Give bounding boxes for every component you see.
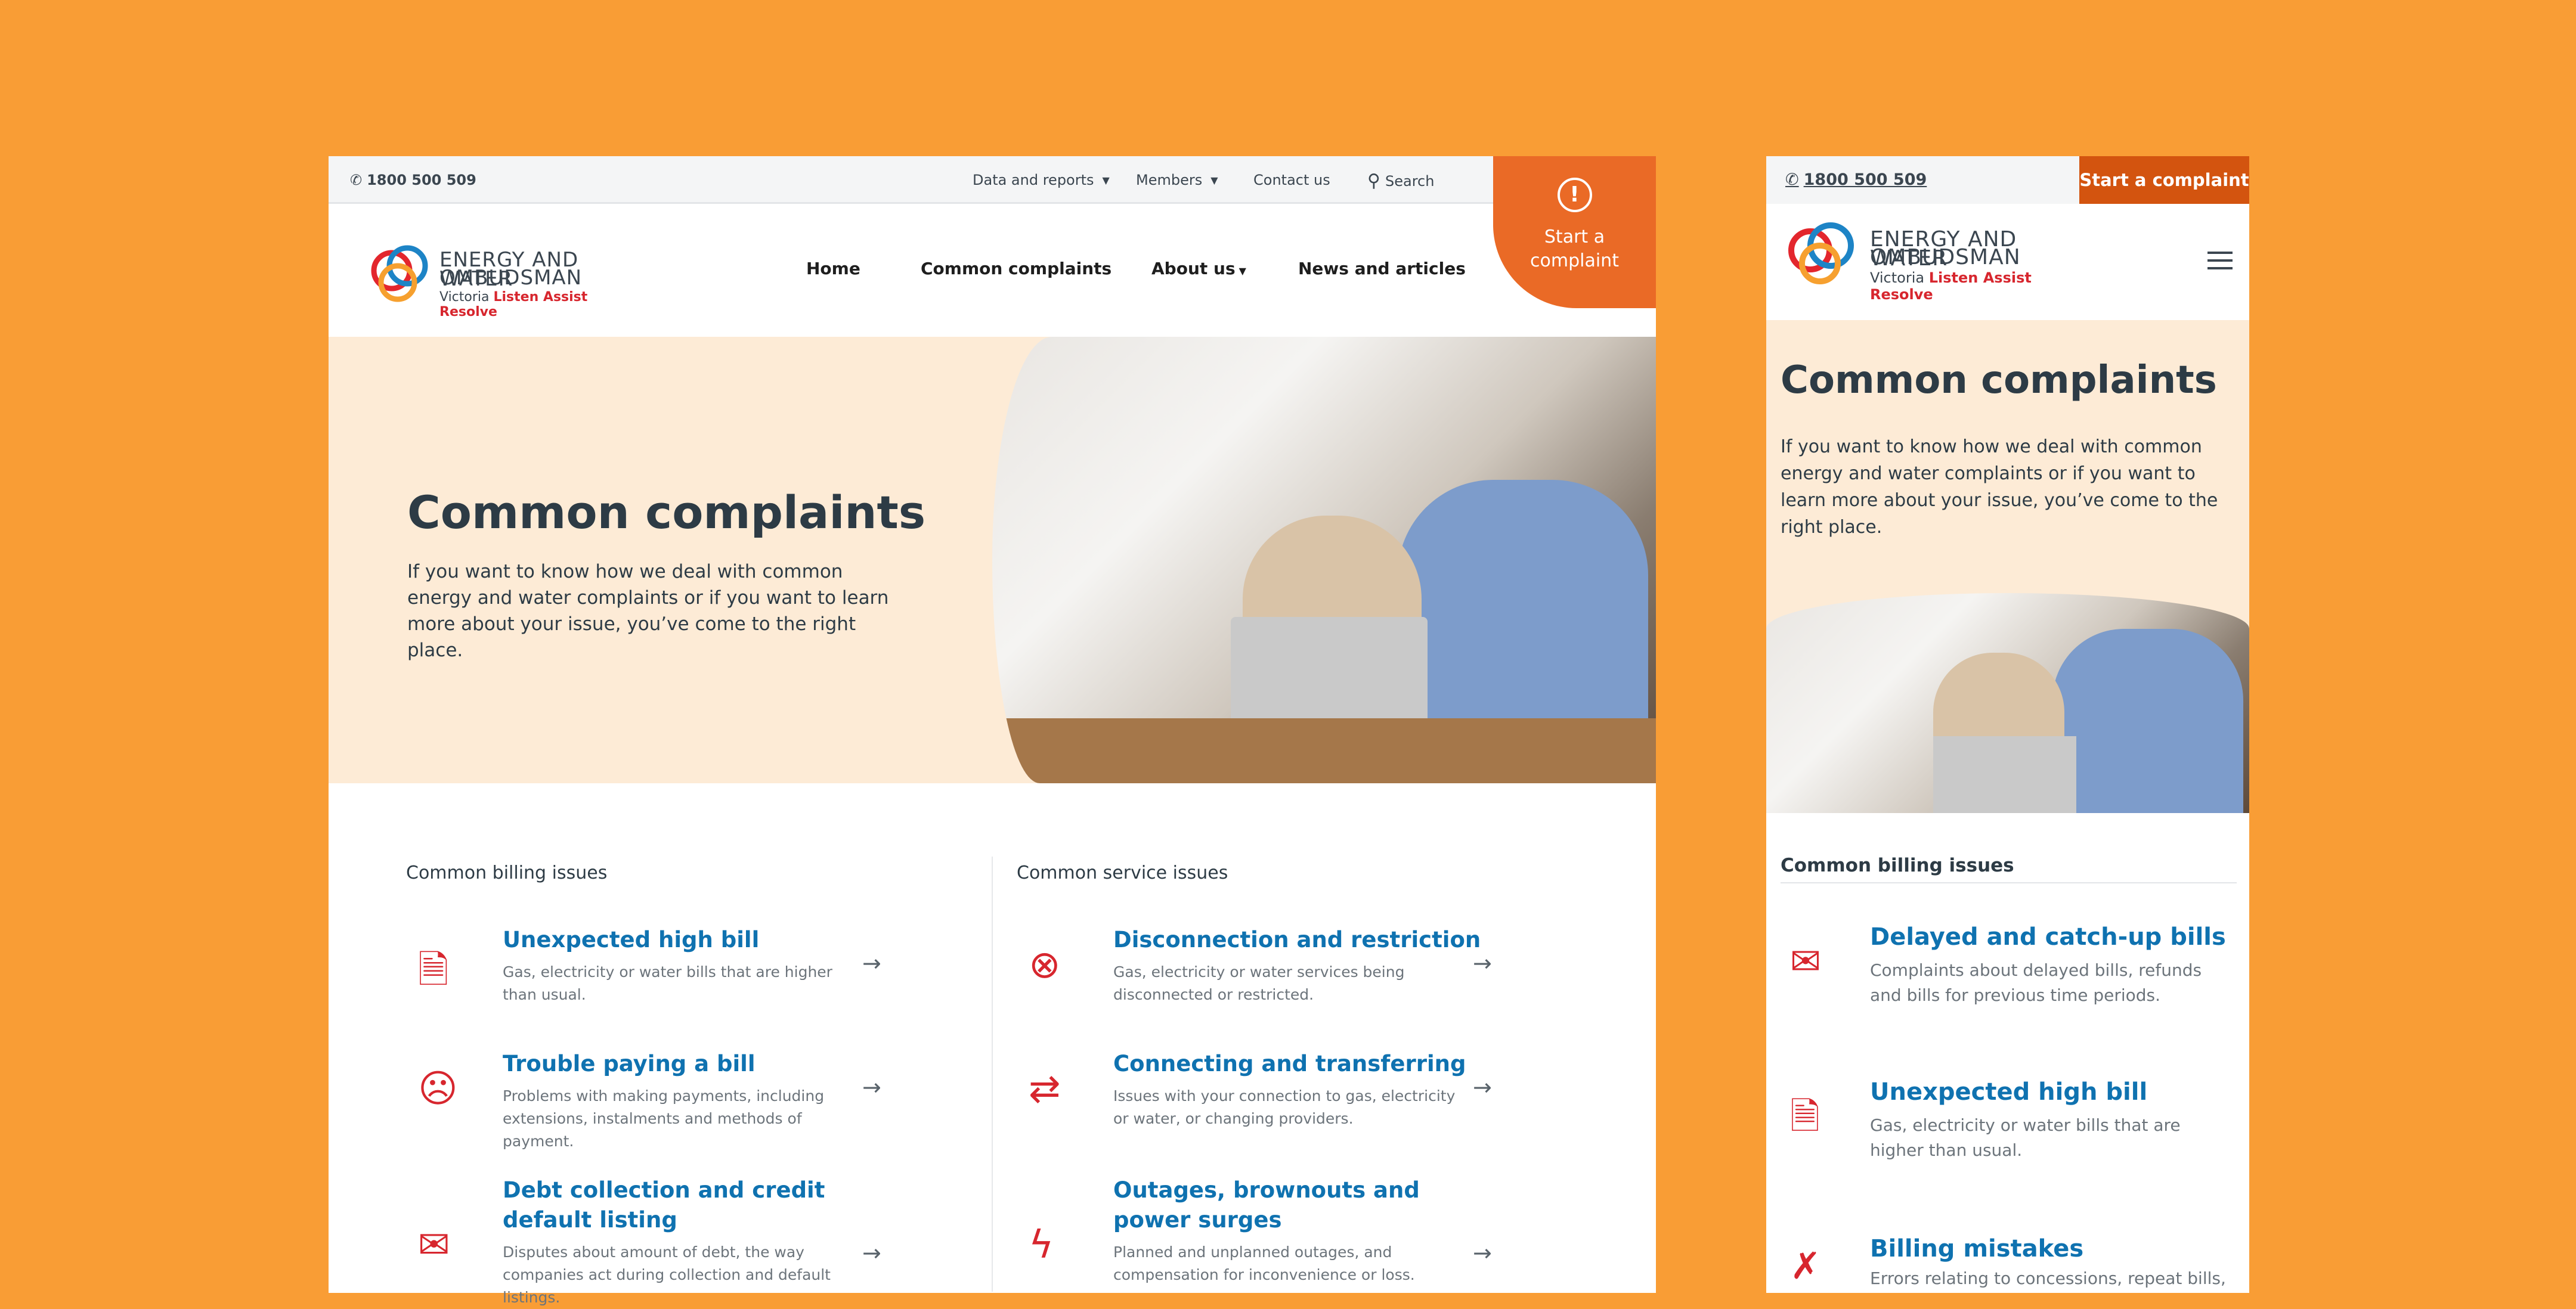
- start-complaint-button[interactable]: Start a complaint: [2079, 156, 2249, 204]
- lightbulb-bolt-icon: ϟ: [1029, 1223, 1054, 1267]
- bill-documents-icon: 🗎: [1790, 1094, 1820, 1138]
- alert-speech-bubble-icon: !: [1557, 178, 1592, 212]
- page-title: Common complaints: [1781, 358, 2217, 402]
- arrow-right-icon: →: [1473, 1240, 1492, 1266]
- nav-members[interactable]: Members ▼: [1136, 172, 1218, 188]
- hero: Common complaints If you want to know ho…: [329, 337, 1656, 783]
- stressed-face-icon: ☹: [418, 1067, 458, 1111]
- complaint-link-billing[interactable]: ✉ Delayed and catch-up bills Complaints …: [1781, 922, 2240, 1035]
- complaint-link-billing[interactable]: ☹ Trouble paying a bill Problems with ma…: [406, 1049, 943, 1162]
- dollar-envelope-icon: ✉: [1790, 939, 1821, 983]
- desktop-page: ✆ 1800 500 509 Data and reports ▼ Members ▼…: [329, 156, 1656, 1306]
- mobile-page: ✆ 1800 500 509 Start a complaint ENERGY A…: [1766, 156, 2249, 1293]
- hero-text: If you want to know how we deal with com…: [407, 561, 889, 661]
- phone-icon: ✆: [350, 172, 363, 188]
- complaint-link-service[interactable]: ⊗ Disconnection and restriction Gas, ele…: [1017, 925, 1553, 1038]
- arrow-right-icon: →: [862, 950, 881, 976]
- service-heading: Common service issues: [1017, 863, 1228, 883]
- complaint-link-billing[interactable]: 🗎 Unexpected high bill Gas, electricity …: [406, 925, 943, 1038]
- phone-link[interactable]: ✆ 1800 500 509: [1785, 170, 1927, 189]
- logo[interactable]: ENERGY AND WATER OMBUDSMAN Victoria List…: [367, 240, 641, 320]
- billing-heading: Common billing issues: [406, 863, 608, 883]
- complaint-link-billing[interactable]: ✉ Debt collection and credit default lis…: [406, 1175, 943, 1306]
- hamburger-menu-icon[interactable]: [2207, 252, 2233, 269]
- hero-photo: [992, 337, 1656, 783]
- logo-rings-icon: [1788, 222, 1854, 284]
- arrow-right-icon: →: [1473, 950, 1492, 976]
- column-divider: [992, 857, 993, 1292]
- phone-link[interactable]: ✆ 1800 500 509: [350, 172, 476, 188]
- nav-news-and-articles[interactable]: News and articles: [1298, 259, 1466, 278]
- nav-common-complaints[interactable]: Common complaints: [921, 259, 1111, 278]
- nav-about-us[interactable]: About us ▼: [1151, 259, 1246, 278]
- hero: Common complaints If you want to know ho…: [1766, 320, 2249, 813]
- complaint-link-billing[interactable]: 🗎 Unexpected high bill Gas, electricity …: [1781, 1077, 2240, 1190]
- caret-down-icon: ▼: [1239, 265, 1246, 277]
- arrow-right-icon: →: [1473, 1074, 1492, 1100]
- nav-data-and-reports[interactable]: Data and reports ▼: [973, 172, 1110, 188]
- logo[interactable]: ENERGY AND WATER OMBUDSMAN Victoria List…: [1784, 222, 2094, 303]
- search-button[interactable]: ⚲ Search: [1367, 170, 1434, 191]
- transfer-arrows-icon: ⇄: [1029, 1067, 1061, 1111]
- caret-down-icon: ▼: [1210, 174, 1218, 186]
- hero-text: If you want to know how we deal with com…: [1781, 436, 2218, 538]
- start-complaint-button[interactable]: ! Start a complaint: [1493, 156, 1656, 308]
- utility-bar: ✆ 1800 500 509 Data and reports ▼ Members ▼…: [329, 156, 1656, 204]
- search-icon: ⚲: [1367, 170, 1380, 191]
- caret-down-icon: ▼: [1102, 174, 1110, 186]
- arrow-right-icon: →: [862, 1074, 881, 1100]
- logo-rings-icon: [371, 245, 428, 302]
- complaint-link-service[interactable]: ϟ Outages, brownouts and power surges Pl…: [1017, 1175, 1553, 1289]
- complaint-link-billing[interactable]: ✗ Billing mistakes Errors relating to co…: [1781, 1234, 2240, 1290]
- nav-home[interactable]: Home: [806, 259, 860, 278]
- billing-heading: Common billing issues: [1781, 855, 2014, 876]
- bill-error-icon: ✗: [1790, 1244, 1821, 1288]
- unplugged-icon: ⊗: [1029, 943, 1061, 987]
- page-title: Common complaints: [407, 486, 926, 539]
- complaint-link-service[interactable]: ⇄ Connecting and transferring Issues wit…: [1017, 1049, 1553, 1162]
- nav-contact-us[interactable]: Contact us: [1253, 172, 1330, 188]
- divider: [1781, 882, 2237, 883]
- hero-photo: [1766, 593, 2249, 813]
- phone-icon: ✆: [1785, 170, 1799, 189]
- bill-documents-icon: 🗎: [418, 948, 449, 992]
- arrow-right-icon: →: [862, 1240, 881, 1266]
- due-envelope-icon: ✉: [418, 1223, 450, 1267]
